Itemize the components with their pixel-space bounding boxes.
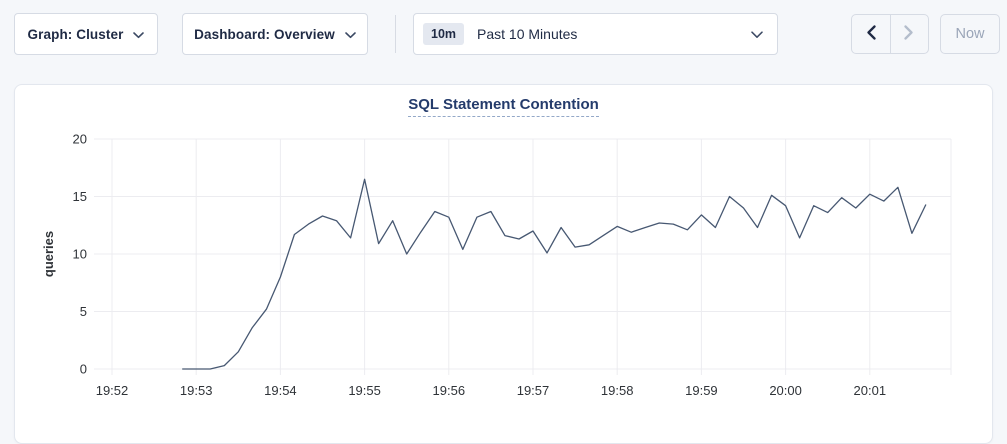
time-range-badge: 10m <box>423 23 464 46</box>
x-tick-label: 20:01 <box>854 383 887 398</box>
time-nav-group <box>851 14 929 54</box>
now-button[interactable]: Now <box>940 14 1000 54</box>
chevron-down-icon <box>133 27 144 42</box>
y-tick-label: 5 <box>80 304 87 319</box>
chevron-right-icon <box>904 25 914 43</box>
time-next-button[interactable] <box>890 15 929 53</box>
time-prev-button[interactable] <box>852 15 890 53</box>
dashboard-dropdown[interactable]: Dashboard: Overview <box>182 13 368 55</box>
y-tick-label: 10 <box>73 247 87 262</box>
chevron-down-icon <box>345 27 356 42</box>
y-tick-label: 20 <box>73 132 87 147</box>
dashboard-dropdown-label: Dashboard: Overview <box>194 27 335 42</box>
time-range-selector[interactable]: 10m Past 10 Minutes <box>413 13 778 55</box>
x-tick-label: 20:00 <box>769 383 802 398</box>
y-tick-label: 0 <box>80 362 87 377</box>
x-tick-label: 19:52 <box>96 383 129 398</box>
sql-contention-chart: 0 5 10 15 20 19:52 19:53 19:54 19:55 19:56 19:57 19… <box>15 85 992 415</box>
chart-panel: SQL Statement Contention 0510152019:5219… <box>14 84 993 444</box>
series-line <box>182 179 926 369</box>
x-tick-label: 19:53 <box>180 383 213 398</box>
chevron-down-icon <box>751 27 763 42</box>
y-axis-title: queries <box>41 231 56 277</box>
toolbar-divider <box>395 15 396 53</box>
time-range-label: Past 10 Minutes <box>477 26 751 42</box>
chart-axis-labels: 0 5 10 15 20 19:52 19:53 19:54 19:55 19:56 19:57 19… <box>41 132 886 399</box>
x-tick-label: 19:55 <box>348 383 381 398</box>
y-tick-label: 15 <box>73 189 87 204</box>
x-tick-label: 19:58 <box>601 383 634 398</box>
x-tick-label: 19:57 <box>517 383 550 398</box>
graph-dropdown[interactable]: Graph: Cluster <box>14 13 158 55</box>
x-tick-label: 19:59 <box>685 383 718 398</box>
chart-grid <box>94 139 951 375</box>
x-tick-label: 19:54 <box>264 383 297 398</box>
graph-dropdown-label: Graph: Cluster <box>28 27 124 42</box>
chevron-left-icon <box>866 25 876 43</box>
x-tick-label: 19:56 <box>433 383 466 398</box>
